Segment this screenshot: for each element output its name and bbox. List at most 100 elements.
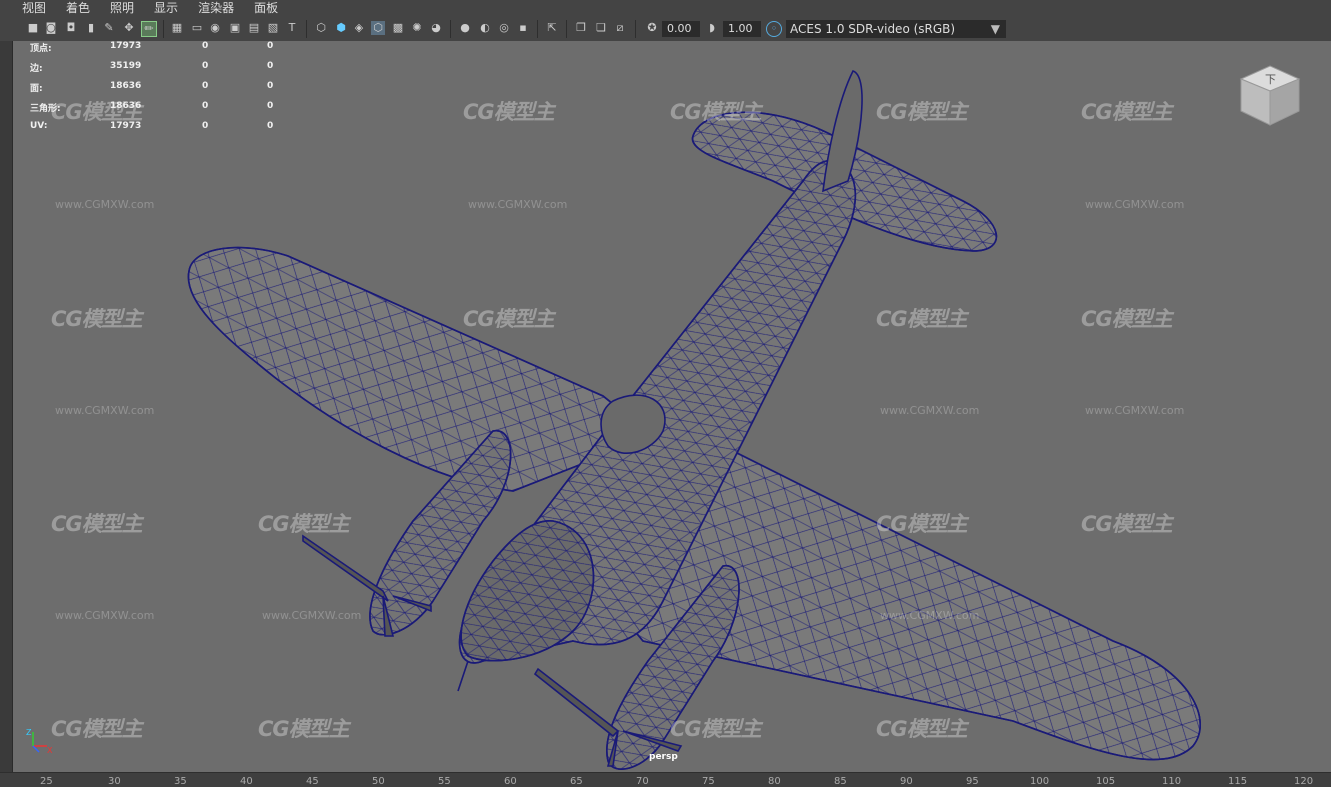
shadows-icon[interactable]: ◕	[429, 21, 443, 35]
default-material-icon[interactable]: ◈	[352, 21, 366, 35]
hud-total: 17973	[110, 121, 142, 131]
watermark-logo: CG模型主	[876, 717, 968, 741]
smooth-shade-icon[interactable]: ⬢	[334, 21, 348, 35]
bookmark-icon[interactable]: ▮	[84, 21, 98, 35]
time-ruler[interactable]: 25 30 35 40 45 50 55 60 65 70 75 80 85 9…	[0, 772, 1331, 787]
gate-mask-icon[interactable]: ▣	[228, 21, 242, 35]
watermark-logo: CG模型主	[51, 717, 143, 741]
watermark-logo: CG模型主	[1081, 512, 1173, 536]
resolution-gate-icon[interactable]: ◉	[208, 21, 222, 35]
hud-total: 17973	[110, 41, 142, 51]
menu-shading[interactable]: 着色	[66, 0, 90, 17]
watermark-logo: CG模型主	[463, 100, 555, 124]
axis-x-label: X	[47, 746, 53, 755]
watermark-logo: CG模型主	[258, 717, 350, 741]
watermark-logo: CG模型主	[1081, 100, 1173, 124]
backface-culling-icon[interactable]: ⧄	[613, 21, 627, 35]
panel-toolbar: ■ ◙ ◘ ▮ ✎ ✥ ✏ ▦ ▭ ◉ ▣ ▤ ▧ T ⬡ ⬢ ◈ ⬡ ▩ ✺ …	[0, 17, 1331, 42]
hud-label: 边:	[30, 64, 43, 74]
hud-total: 35199	[110, 61, 142, 71]
watermark-url: www.CGMXW.com	[1085, 404, 1185, 417]
ruler-tick: 110	[1162, 776, 1182, 787]
camera-attrs-icon[interactable]: ◙	[44, 21, 58, 35]
color-transform-value: ACES 1.0 SDR-video (sRGB)	[790, 22, 956, 36]
axis-gizmo: Z X	[26, 728, 53, 755]
safe-title-icon[interactable]: T	[285, 21, 299, 35]
hud-row-uvs: UV: 17973 0 0	[30, 121, 290, 141]
view-cube[interactable]: 下	[1235, 61, 1305, 131]
xray-active-icon[interactable]: ❏	[594, 21, 608, 35]
wireframe-on-shaded-icon[interactable]: ⬡	[371, 21, 385, 35]
field-chart-icon[interactable]: ▤	[247, 21, 261, 35]
menu-renderer[interactable]: 渲染器	[198, 0, 234, 17]
hud-selected-extra: 0	[267, 101, 274, 111]
xray-icon[interactable]: ▩	[391, 21, 405, 35]
ruler-tick: 75	[702, 776, 715, 787]
watermark-logo: CG模型主	[463, 307, 555, 331]
image-plane-icon[interactable]: ✎	[102, 21, 116, 35]
camera-lock-icon[interactable]: ◘	[64, 21, 78, 35]
watermark-url: www.CGMXW.com	[468, 198, 568, 211]
axis-z-label: Z	[26, 728, 32, 737]
hud-selected: 0	[202, 101, 209, 111]
camera-label: persp	[649, 752, 678, 762]
film-gate-icon[interactable]: ▭	[190, 21, 204, 35]
hud-row-triangles: 三角形: 18636 0 0	[30, 101, 290, 121]
watermark-logo: CG模型主	[670, 100, 762, 124]
hud-row-faces: 面: 18636 0 0	[30, 81, 290, 101]
hud-label: 顶点:	[30, 44, 52, 54]
ruler-tick: 115	[1228, 776, 1248, 787]
gamma-field[interactable]: 1.00	[723, 21, 761, 37]
gamma-icon[interactable]: ◗	[705, 21, 719, 35]
hud-selected-extra: 0	[267, 61, 274, 71]
watermark-url: www.CGMXW.com	[262, 609, 362, 622]
ruler-tick: 80	[768, 776, 781, 787]
exposure-field[interactable]: 0.00	[662, 21, 700, 37]
hud-selected: 0	[202, 121, 209, 131]
watermark-url: www.CGMXW.com	[880, 609, 980, 622]
xray-joints-icon[interactable]: ❐	[574, 21, 588, 35]
wireframe-icon[interactable]: ⬡	[314, 21, 328, 35]
anti-aliasing-icon[interactable]: ◎	[497, 21, 511, 35]
two-d-pan-icon[interactable]: ✥	[122, 21, 136, 35]
watermark-logo: CG模型主	[51, 307, 143, 331]
depth-of-field-icon[interactable]: ▪	[516, 21, 530, 35]
watermark-url: www.CGMXW.com	[55, 404, 155, 417]
hud-selected-extra: 0	[267, 121, 274, 131]
menu-view[interactable]: 视图	[22, 0, 46, 17]
menu-lighting[interactable]: 照明	[110, 0, 134, 17]
watermark-url: www.CGMXW.com	[55, 609, 155, 622]
hud-selected-extra: 0	[267, 41, 274, 51]
ruler-tick: 45	[306, 776, 319, 787]
viewport-persp[interactable]: CG模型主 CG模型主 CG模型主 CG模型主 CG模型主 CG模型主 CG模型…	[13, 41, 1331, 772]
watermark-logo: CG模型主	[258, 512, 350, 536]
hud-selected: 0	[202, 41, 209, 51]
ruler-tick: 100	[1030, 776, 1050, 787]
color-management-icon[interactable]: ◦	[766, 21, 782, 37]
ruler-tick: 25	[40, 776, 53, 787]
safe-action-icon[interactable]: ▧	[266, 21, 280, 35]
ruler-tick: 55	[438, 776, 451, 787]
watermark-logo: CG模型主	[876, 100, 968, 124]
menu-panels[interactable]: 面板	[254, 0, 278, 17]
hud-row-vertices: 顶点: 17973 0 0	[30, 41, 290, 61]
ruler-tick: 65	[570, 776, 583, 787]
watermark-url: www.CGMXW.com	[55, 198, 155, 211]
color-transform-dropdown[interactable]: ACES 1.0 SDR-video (sRGB) ▼	[786, 20, 1006, 38]
exposure-icon[interactable]: ✪	[645, 21, 659, 35]
hud-selected: 0	[202, 61, 209, 71]
camera-icon[interactable]: ■	[26, 21, 40, 35]
ambient-occlusion-icon[interactable]: ●	[458, 21, 472, 35]
use-lights-icon[interactable]: ✺	[410, 21, 424, 35]
watermark-logo: CG模型主	[51, 512, 143, 536]
isolate-select-icon[interactable]: ⇱	[545, 21, 559, 35]
watermark-logo: CG模型主	[1081, 307, 1173, 331]
menu-show[interactable]: 显示	[154, 0, 178, 17]
ruler-tick: 35	[174, 776, 187, 787]
watermark-logo: CG模型主	[876, 307, 968, 331]
ruler-tick: 95	[966, 776, 979, 787]
grease-pencil-icon[interactable]: ✏	[141, 21, 157, 37]
motion-blur-icon[interactable]: ◐	[478, 21, 492, 35]
menu-bar: 视图 着色 照明 显示 渲染器 面板	[0, 0, 1331, 17]
grid-icon[interactable]: ▦	[170, 21, 184, 35]
